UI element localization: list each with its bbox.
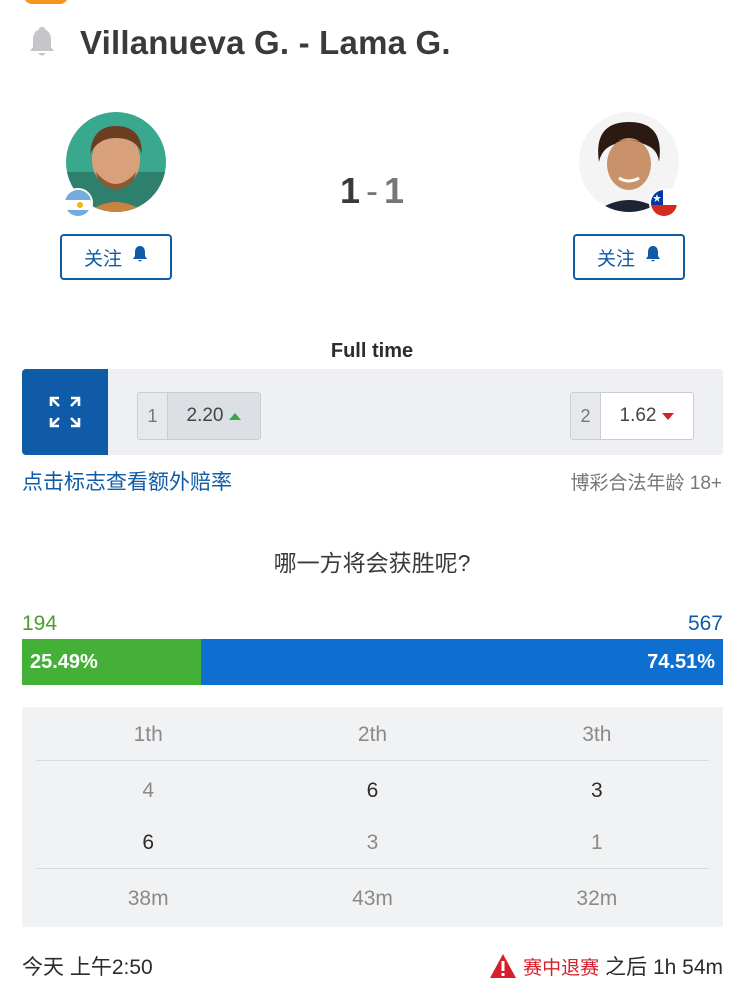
away-set-row: 6 3 1 [36, 817, 709, 869]
notification-bell-icon[interactable] [22, 23, 62, 63]
set-duration: 38m [127, 887, 169, 910]
home-odds-index: 1 [138, 393, 168, 439]
odds-bar: 1 2.20 2 1.62 [22, 369, 723, 455]
home-odds-value: 2.20 [186, 405, 224, 426]
home-set-score: 4 [142, 779, 154, 802]
away-set-score: 1 [590, 830, 603, 854]
home-score: 1 [339, 170, 360, 211]
match-header: Villanueva G. - Lama G. [22, 20, 451, 66]
match-score: 1-1 [300, 170, 444, 212]
away-set-score: 6 [142, 830, 154, 854]
argentina-flag-icon [63, 188, 93, 218]
home-vote-segment[interactable]: 25.49% [22, 639, 201, 685]
vote-bar: 25.49% 74.51% [22, 639, 723, 685]
retired-status: 赛中退赛 [523, 957, 600, 979]
home-vote-percent: 25.49% [30, 650, 98, 673]
match-title: Villanueva G. - Lama G. [80, 24, 451, 61]
extra-odds-link[interactable]: 点击标志查看额外赔率 [22, 466, 232, 496]
away-vote-percent: 74.51% [647, 650, 715, 673]
set-duration: 43m [352, 887, 393, 910]
legal-age-notice: 博彩合法年龄 18+ [570, 473, 722, 494]
away-follow-label: 关注 [596, 248, 635, 270]
home-vote-count: 194 [22, 612, 58, 635]
set-header: 2th [357, 722, 388, 746]
match-footer: 今天 上午2:50 赛中退赛 之后 1h 54m [22, 950, 723, 982]
home-set-score: 3 [590, 779, 603, 802]
match-duration: 之后 1h 54m [605, 956, 723, 979]
match-date: 今天 上午2:50 [22, 956, 153, 979]
away-odds-button[interactable]: 2 1.62 [570, 392, 694, 440]
trend-down-icon [662, 412, 675, 420]
odds-period-label: Full time [330, 340, 414, 362]
home-set-score: 6 [366, 779, 379, 802]
home-follow-button[interactable]: 关注 [60, 234, 172, 280]
set-header: 3th [582, 722, 612, 746]
away-follow-button[interactable]: 关注 [573, 234, 685, 280]
set-header-row: 1th 2th 3th [36, 709, 709, 761]
set-header: 1th [133, 722, 163, 746]
score-separator: - [366, 170, 378, 211]
set-scores-table: 1th 2th 3th 4 6 3 6 3 1 38m 43m 32m [22, 707, 723, 927]
top-orange-tab [24, 0, 68, 4]
away-odds-index: 2 [571, 393, 601, 439]
away-odds-value: 1.62 [619, 405, 657, 426]
expand-icon [49, 396, 81, 428]
away-vote-segment[interactable]: 74.51% [200, 639, 723, 685]
away-set-score: 3 [366, 830, 379, 854]
set-duration: 32m [576, 887, 618, 910]
vote-question: 哪一方将会获胜呢? [273, 550, 471, 576]
chile-flag-icon [649, 188, 679, 218]
expand-odds-button[interactable] [22, 369, 108, 455]
home-set-row: 4 6 3 [36, 765, 709, 817]
warning-icon [490, 954, 517, 978]
home-follow-label: 关注 [83, 248, 122, 270]
set-duration-row: 38m 43m 32m [36, 873, 709, 925]
bell-icon [645, 245, 661, 269]
bell-icon [132, 245, 148, 269]
away-score: 1 [384, 170, 405, 211]
match-status: 赛中退赛 之后 1h 54m [489, 951, 723, 981]
trend-up-icon [229, 412, 242, 420]
home-odds-button[interactable]: 1 2.20 [137, 392, 261, 440]
away-vote-count: 567 [687, 612, 723, 635]
